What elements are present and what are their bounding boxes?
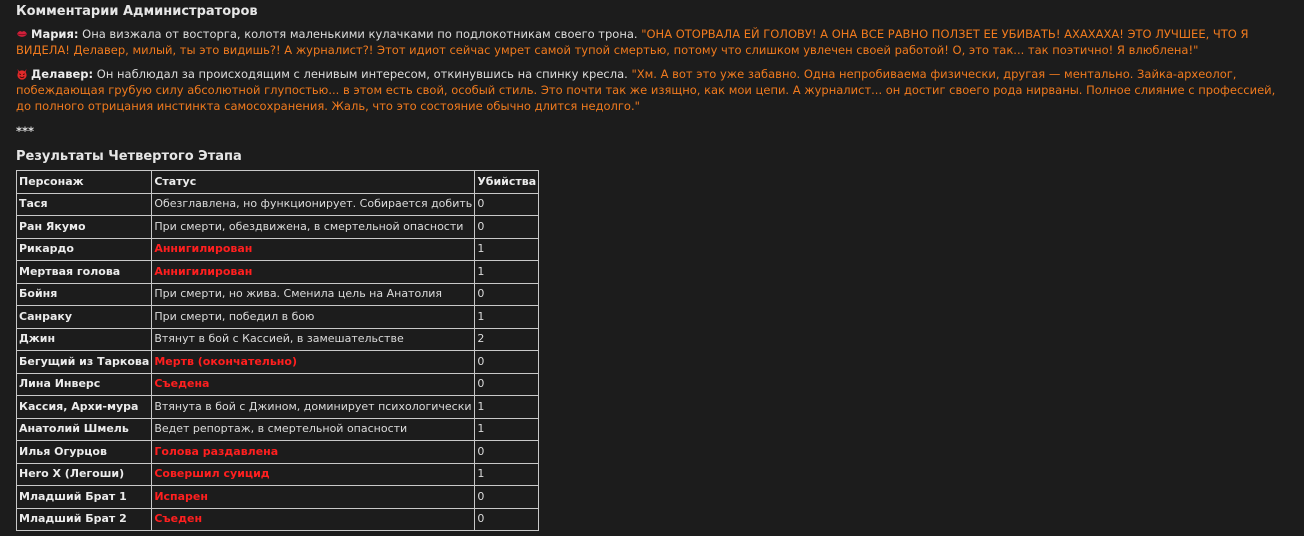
table-row: Младший Брат 2 Съеден 0 <box>15 507 540 531</box>
character-status-cell: Аннигилирован <box>151 260 476 284</box>
character-status-cell: Ведет репортаж, в смертельной опасности <box>151 417 476 441</box>
character-status-cell: При смерти, но жива. Сменила цель на Ана… <box>151 282 476 306</box>
character-kills-cell: 0 <box>474 282 540 306</box>
character-kills-cell: 1 <box>474 260 540 284</box>
character-name-cell: Санраку <box>15 305 153 329</box>
table-row: Джин Втянут в бой с Кассией, в замешатель… <box>15 327 540 351</box>
character-kills-cell: 0 <box>474 372 540 396</box>
table-row: Hero X (Легоши) Совершил суицид 1 <box>15 462 540 486</box>
character-name-cell: Младший Брат 1 <box>15 485 153 509</box>
character-status-cell: Совершил суицид <box>151 462 476 486</box>
table-row: Тася Обезглавлена, но функционирует. Соби… <box>15 192 540 216</box>
character-status-cell: Съедена <box>151 372 476 396</box>
lips-icon <box>17 31 27 37</box>
table-row: Лина Инверс Съедена 0 <box>15 372 540 396</box>
character-status-cell: Мертв (окончательно) <box>151 350 476 374</box>
column-header-kills: Убийства <box>474 170 540 194</box>
character-status-cell: Голова раздавлена <box>151 440 476 464</box>
character-kills-cell: 1 <box>474 305 540 329</box>
column-header-status: Статус <box>151 170 476 194</box>
table-row: Рикардо Аннигилирован 1 <box>15 237 540 261</box>
table-row: Кассия, Архи-мура Втянута в бой с Джином,… <box>15 395 540 419</box>
character-name-cell: Мертвая голова <box>15 260 153 284</box>
character-kills-cell: 0 <box>474 440 540 464</box>
comment-narration: Она визжала от восторга, колотя маленьки… <box>82 27 638 41</box>
character-kills-cell: 1 <box>474 237 540 261</box>
character-name-cell: Анатолий Шмель <box>15 417 153 441</box>
character-status-cell: Втянута в бой с Джином, доминирует психо… <box>151 395 476 419</box>
character-kills-cell: 0 <box>474 350 540 374</box>
character-kills-cell: 0 <box>474 507 540 531</box>
character-name-cell: Джин <box>15 327 153 351</box>
devil-face-icon <box>17 69 27 80</box>
comment-speaker: Мария: <box>31 27 79 41</box>
character-status-cell: Обезглавлена, но функционирует. Собирает… <box>151 192 476 216</box>
table-row: Бойня При смерти, но жива. Сменила цель н… <box>15 282 540 306</box>
character-status-cell: При смерти, победил в бою <box>151 305 476 329</box>
character-name-cell: Ран Якумо <box>15 215 153 239</box>
table-row: Младший Брат 1 Испарен 0 <box>15 485 540 509</box>
character-kills-cell: 1 <box>474 417 540 441</box>
comment-speaker: Делавер: <box>31 67 94 81</box>
table-row: Анатолий Шмель Ведет репортаж, в смертель… <box>15 417 540 441</box>
admin-comments-heading: Комментарии Администраторов <box>16 4 258 19</box>
character-name-cell: Hero X (Легоши) <box>15 462 153 486</box>
table-body: Тася Обезглавлена, но функционирует. Соби… <box>15 192 540 531</box>
character-status-cell: Съеден <box>151 507 476 531</box>
character-name-cell: Бегущий из Таркова <box>15 350 153 374</box>
table-row: Мертвая голова Аннигилирован 1 <box>15 260 540 284</box>
character-status-cell: Аннигилирован <box>151 237 476 261</box>
character-status-cell: При смерти, обездвижена, в смертельной о… <box>151 215 476 239</box>
character-kills-cell: 0 <box>474 192 540 216</box>
character-status-cell: Испарен <box>151 485 476 509</box>
character-name-cell: Лина Инверс <box>15 372 153 396</box>
character-name-cell: Младший Брат 2 <box>15 507 153 531</box>
character-name-cell: Кассия, Архи-мура <box>15 395 153 419</box>
comment-maria: Мария: Она визжала от восторга, колотя м… <box>16 26 1288 58</box>
character-kills-cell: 1 <box>474 462 540 486</box>
table-row: Ран Якумо При смерти, обездвижена, в смер… <box>15 215 540 239</box>
table-row: Илья Огурцов Голова раздавлена 0 <box>15 440 540 464</box>
character-status-cell: Втянут в бой с Кассией, в замешательстве <box>151 327 476 351</box>
character-kills-cell: 0 <box>474 485 540 509</box>
character-name-cell: Рикардо <box>15 237 153 261</box>
character-name-cell: Бойня <box>15 282 153 306</box>
table-row: Бегущий из Таркова Мертв (окончательно) 0 <box>15 350 540 374</box>
column-header-character: Персонаж <box>15 170 153 194</box>
character-name-cell: Илья Огурцов <box>15 440 153 464</box>
character-kills-cell: 2 <box>474 327 540 351</box>
results-table: Персонаж Статус Убийства Тася Обезглавлен… <box>15 170 540 531</box>
page: Комментарии Администраторов Мария: Она в… <box>0 0 1304 531</box>
character-kills-cell: 0 <box>474 215 540 239</box>
table-header-row: Персонаж Статус Убийства <box>15 170 540 194</box>
character-name-cell: Тася <box>15 192 153 216</box>
comment-narration: Он наблюдал за происходящим с ленивым ин… <box>96 67 628 81</box>
section-separator: *** <box>16 124 35 138</box>
character-kills-cell: 1 <box>474 395 540 419</box>
comment-delaver: Делавер: Он наблюдал за происходящим с л… <box>16 66 1288 114</box>
results-heading: Результаты Четвертого Этапа <box>16 149 242 164</box>
table-row: Санраку При смерти, победил в бою 1 <box>15 305 540 329</box>
